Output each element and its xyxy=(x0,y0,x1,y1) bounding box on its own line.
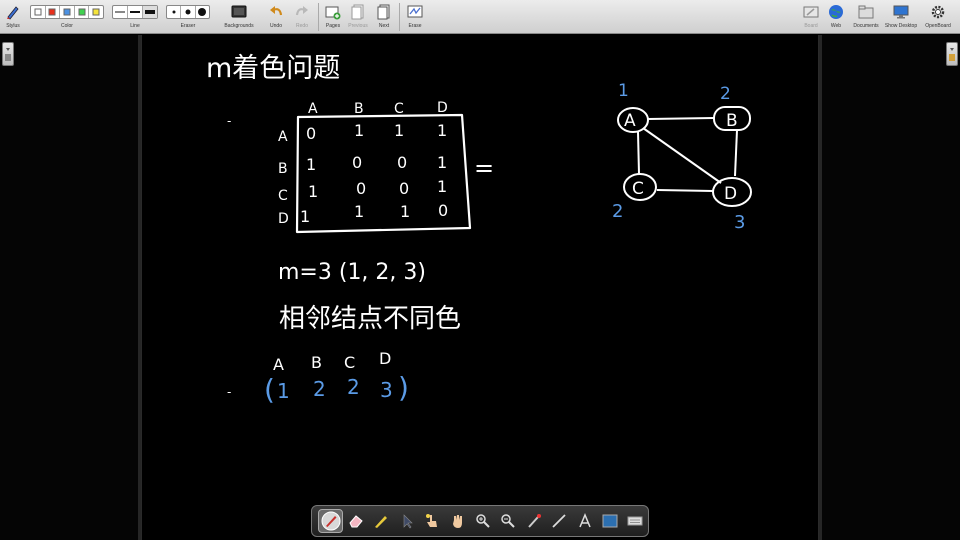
matrix-cell: 1 xyxy=(300,207,310,226)
graph-node-color-number: 2 xyxy=(612,201,623,222)
matrix-cell: 1 xyxy=(437,121,447,140)
matrix-cell: 0 xyxy=(306,124,316,143)
marker-tool-button[interactable] xyxy=(369,509,394,533)
laser-pointer-tool-button[interactable] xyxy=(521,509,546,533)
bullet-1: - xyxy=(227,114,231,128)
matrix-col-header: D xyxy=(437,100,448,116)
matrix-col-header: C xyxy=(394,101,404,117)
graph-node-color-number: 1 xyxy=(618,81,629,101)
interact-tool-button[interactable] xyxy=(420,509,445,533)
answer-header: A xyxy=(273,355,284,374)
matrix-col-header: A xyxy=(308,101,318,117)
capture-icon xyxy=(602,514,618,528)
matrix-cell: 0 xyxy=(356,179,366,198)
zoom-out-tool-button[interactable] xyxy=(496,509,521,533)
m-value-line: m=3 (1, 2, 3) xyxy=(278,260,426,285)
matrix-cell: 0 xyxy=(438,201,448,220)
capture-tool-button[interactable] xyxy=(597,509,622,533)
answer-open-paren: ( xyxy=(264,373,275,406)
bullet-2: - xyxy=(227,385,231,399)
answer-value: 3 xyxy=(380,378,393,402)
answer-close-paren: ) xyxy=(398,371,409,404)
pointing-hand-icon xyxy=(426,514,438,527)
graph-node-color-number: 2 xyxy=(720,84,731,104)
laser-pointer-icon xyxy=(528,514,541,528)
answer-value: 1 xyxy=(277,379,290,403)
rule-line: 相邻结点不同色 xyxy=(279,304,461,334)
graph-node-color-number: 3 xyxy=(734,212,745,233)
line-tool-button[interactable] xyxy=(547,509,572,533)
zoom-out-icon xyxy=(501,514,516,528)
matrix-cell: 1 xyxy=(437,153,447,172)
graph-edge xyxy=(642,127,722,184)
keyboard-icon xyxy=(627,516,643,526)
graph-node-label: C xyxy=(632,179,644,199)
arrow-cursor-icon xyxy=(403,514,413,529)
hand-pan-icon xyxy=(452,515,462,528)
matrix-row-header: D xyxy=(278,211,289,227)
selector-tool-button[interactable] xyxy=(394,509,419,533)
board-title: m着色问题 xyxy=(206,53,340,84)
answer-header: C xyxy=(344,353,355,372)
board-ink-layer: m着色问题 - A B C D A B C D 0 1 1 1 1 0 0 1 … xyxy=(206,53,752,406)
highlighter-icon xyxy=(375,516,388,528)
line-draw-icon xyxy=(552,514,566,528)
graph-edge xyxy=(656,189,714,192)
matrix-cell: 1 xyxy=(437,177,447,196)
zoom-in-icon xyxy=(476,514,490,528)
equals-sign: = xyxy=(474,154,494,182)
stylus-palette xyxy=(311,505,649,537)
answer-header: B xyxy=(311,353,322,372)
eraser-tool-button[interactable] xyxy=(343,509,368,533)
graph-node-label: B xyxy=(726,111,738,131)
answer-value: 2 xyxy=(347,375,360,399)
matrix-row-header: A xyxy=(278,129,288,145)
matrix-cell: 0 xyxy=(397,153,407,172)
matrix-row-header: C xyxy=(278,188,288,204)
text-tool-button[interactable] xyxy=(572,509,597,533)
graph-edge xyxy=(734,129,738,177)
matrix-col-header: B xyxy=(354,101,364,117)
text-icon xyxy=(578,513,591,528)
matrix-cell: 1 xyxy=(308,182,318,201)
matrix-cell: 0 xyxy=(352,153,362,172)
pen-icon xyxy=(321,511,341,531)
graph-edge xyxy=(637,131,640,175)
matrix-cell: 1 xyxy=(354,202,364,221)
matrix-row-header: B xyxy=(278,161,288,177)
graph-node-label: A xyxy=(624,111,636,131)
answer-value: 2 xyxy=(313,377,326,401)
matrix-cell: 0 xyxy=(399,179,409,198)
matrix-cell: 1 xyxy=(306,155,316,174)
graph-node-label: D xyxy=(724,184,737,204)
pen-tool-button[interactable] xyxy=(318,509,344,533)
zoom-in-tool-button[interactable] xyxy=(470,509,495,533)
virtual-keyboard-tool-button[interactable] xyxy=(623,509,648,533)
answer-header: D xyxy=(379,349,391,368)
matrix-cell: 1 xyxy=(354,121,364,140)
matrix-cell: 1 xyxy=(394,121,404,140)
hand-tool-button[interactable] xyxy=(445,509,470,533)
graph-edge xyxy=(647,117,715,120)
matrix-cell: 1 xyxy=(400,202,410,221)
eraser-icon xyxy=(349,515,363,528)
